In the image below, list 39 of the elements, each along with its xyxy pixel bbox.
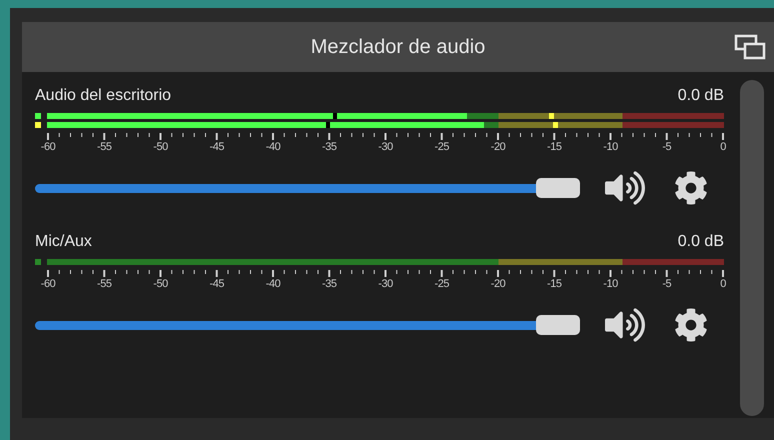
scale-label: 0 <box>720 277 726 291</box>
settings-icon <box>674 308 708 342</box>
scale-label: 0 <box>720 140 726 154</box>
scale-label: -40 <box>266 140 280 154</box>
scale-label: -30 <box>378 277 393 291</box>
scale-label: -45 <box>210 140 224 154</box>
scale-label: -55 <box>97 140 112 154</box>
channel-name: Mic/Aux <box>35 232 92 252</box>
scale-label: -5 <box>662 140 672 154</box>
scale-label: -55 <box>97 277 112 291</box>
scale-label: -15 <box>547 140 562 154</box>
float-window-icon[interactable] <box>734 34 766 60</box>
scale-label: -5 <box>662 277 672 291</box>
settings-icon <box>674 171 708 205</box>
scale-label: -40 <box>266 277 280 291</box>
scale-label: -50 <box>153 140 168 154</box>
scale-label: -50 <box>153 277 168 291</box>
scale-label: -30 <box>378 140 393 154</box>
scale-label: -10 <box>603 277 618 291</box>
volume-slider-thumb[interactable] <box>536 178 580 198</box>
scale-label: -20 <box>490 140 506 154</box>
volume-slider-thumb[interactable] <box>536 315 580 335</box>
volume-reading: 0.0 dB <box>678 86 724 106</box>
scale-label: -35 <box>322 277 336 291</box>
scale-label: -25 <box>434 140 449 154</box>
scale-label: -25 <box>434 277 449 291</box>
scale-label: -10 <box>603 140 618 154</box>
volume-reading: 0.0 dB <box>678 232 724 252</box>
scale-label: -60 <box>40 140 56 154</box>
scale-label: -20 <box>490 277 506 291</box>
channel-name: Audio del escritorio <box>35 86 172 106</box>
panel-title: Mezclador de audio <box>310 35 486 60</box>
scale-label: -35 <box>322 140 336 154</box>
scale-label: -15 <box>547 277 562 291</box>
scale-label: -45 <box>210 277 224 291</box>
scrollbar[interactable] <box>740 80 764 416</box>
volume-slider[interactable] <box>35 314 580 336</box>
volume-slider[interactable] <box>35 177 580 199</box>
scale-label: -60 <box>40 277 56 291</box>
